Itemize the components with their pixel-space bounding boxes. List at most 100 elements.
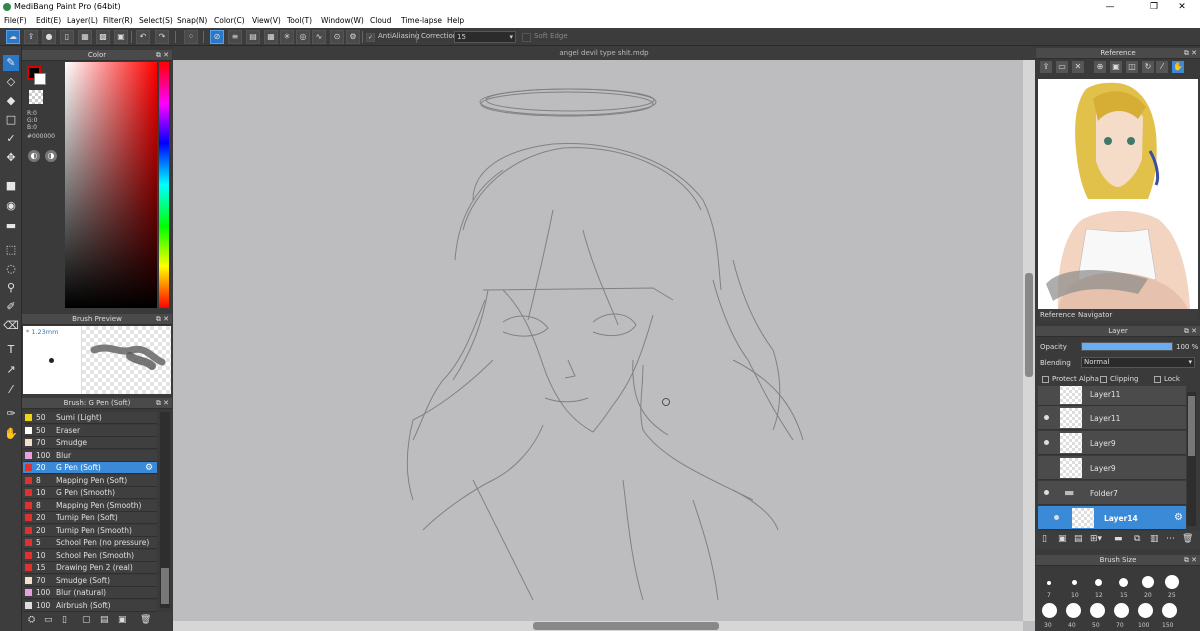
saturation-value-picker[interactable] (65, 62, 157, 308)
panel-popout-icon[interactable]: ⧉ ✕ (156, 398, 169, 409)
brush-item[interactable]: 100 Blur (natural) (23, 587, 157, 599)
tab-navigator[interactable]: Navigator (1078, 311, 1112, 319)
merge-down-icon[interactable]: ▥ (1150, 534, 1159, 544)
palette-add-icon[interactable]: ◑ (45, 150, 57, 162)
upload-icon[interactable]: ⇪ (24, 30, 38, 44)
eyedropper-tool-icon[interactable]: ⁄ (3, 382, 19, 398)
bucket-tool-icon[interactable]: ◉ (3, 198, 19, 214)
save-icon[interactable]: ▣ (114, 30, 128, 44)
brush-size-12[interactable] (1095, 579, 1102, 586)
document-tab[interactable]: angel devil type shit.mdp (173, 46, 1035, 60)
comment-icon[interactable]: ● (42, 30, 56, 44)
menu-cloud[interactable]: Cloud (370, 16, 391, 25)
brush-item[interactable]: 10 School Pen (Smooth) (23, 549, 157, 562)
brush-size-100[interactable] (1138, 603, 1153, 618)
ref-eyedropper-icon[interactable]: ⁄ (1156, 61, 1168, 73)
panel-popout-icon[interactable]: ⧉ ✕ (156, 50, 169, 61)
brush-tool-icon[interactable]: ✎ (3, 55, 19, 71)
snap-off-icon[interactable]: ⊘ (210, 30, 224, 44)
horizontal-scroll-thumb[interactable] (533, 622, 719, 630)
deselect-icon[interactable]: ⁘ (184, 30, 198, 44)
menu-select[interactable]: Select(S) (139, 16, 173, 25)
brush-item[interactable]: 20 Turnip Pen (Smooth) (23, 524, 157, 537)
snap-curve-icon[interactable]: ∿ (312, 30, 326, 44)
brush-item[interactable]: 50 Sumi (Light) (23, 412, 157, 424)
select-tool-icon[interactable]: ⬚ (3, 242, 19, 258)
tab-reference[interactable]: Reference (1040, 311, 1075, 319)
visibility-eye-icon[interactable] (1044, 490, 1049, 495)
undo-icon[interactable]: ↶ (136, 30, 150, 44)
snap-circle-icon[interactable]: ◎ (296, 30, 310, 44)
grid-icon[interactable]: ▩ (96, 30, 110, 44)
snap-settings-icon[interactable]: ⚙ (346, 30, 360, 44)
add-material-icon[interactable]: ⊞▾ (1090, 534, 1102, 544)
panel-popout-icon[interactable]: ⧉ ✕ (1184, 555, 1197, 566)
brush-size-20[interactable] (1142, 576, 1154, 588)
lasso-tool-icon[interactable]: ◌ (3, 261, 19, 277)
transparent-swatch[interactable] (29, 90, 43, 104)
brush-item[interactable]: 100 Airbrush (Soft) (23, 599, 157, 612)
gear-icon[interactable]: ⚙ (145, 462, 153, 474)
vertical-scroll-thumb[interactable] (1025, 273, 1033, 377)
panel-popout-icon[interactable]: ⧉ ✕ (1184, 48, 1197, 59)
brush-size-10[interactable] (1072, 580, 1077, 585)
layer-row[interactable]: Layer11 (1038, 386, 1186, 406)
menu-edit[interactable]: Edit(E) (36, 16, 61, 25)
folder-row[interactable]: ▬ Folder7 (1038, 481, 1186, 505)
brush-item[interactable]: 50 Eraser (23, 424, 157, 437)
redo-icon[interactable]: ↷ (155, 30, 169, 44)
blending-select[interactable]: Normal ▾ (1081, 357, 1195, 368)
eraser-2-tool-icon[interactable]: ◆ (3, 93, 19, 109)
menu-snap[interactable]: Snap(N) (177, 16, 207, 25)
soft-edge-checkbox[interactable] (522, 33, 531, 42)
layer-row[interactable]: Layer9 (1038, 456, 1186, 480)
gradient-tool-icon[interactable]: ▬ (3, 218, 19, 234)
hue-slider[interactable] (159, 62, 169, 308)
layer-menu-icon[interactable]: ⋯ (1166, 534, 1175, 544)
layer-row[interactable]: Layer11 (1038, 406, 1186, 430)
brush-item[interactable]: 10 G Pen (Smooth) (23, 487, 157, 499)
brush-item[interactable]: 20 G Pen (Soft) ⚙ (23, 462, 157, 474)
brush-size-70[interactable] (1114, 603, 1129, 618)
canvas-horizontal-scrollbar[interactable] (173, 621, 1023, 631)
ref-import-icon[interactable]: ⇪ (1040, 61, 1052, 73)
palette-icon[interactable]: ◐ (28, 150, 40, 162)
ref-folder-icon[interactable]: ▭ (1056, 61, 1068, 73)
select-pen-icon[interactable]: ✐ (3, 299, 19, 315)
add-brush-cloud-icon[interactable]: ⛭ (28, 615, 35, 625)
brush-list-scrollbar[interactable] (160, 412, 170, 608)
clipping-checkbox[interactable] (1100, 376, 1107, 383)
reference-image[interactable] (1038, 79, 1198, 309)
add-brush-icon[interactable]: ▭ (44, 615, 53, 625)
brush-size-25[interactable] (1165, 575, 1179, 589)
ref-actual-size-icon[interactable]: ◫ (1126, 61, 1138, 73)
minimize-button[interactable]: — (1092, 0, 1128, 14)
snap-grid-icon[interactable]: ▦ (264, 30, 278, 44)
brush-folder-icon[interactable]: ▤ (100, 615, 109, 625)
new-file-icon[interactable]: ▯ (60, 30, 74, 44)
snap-radial-icon[interactable]: ✳ (280, 30, 294, 44)
ref-close-icon[interactable]: ✕ (1072, 61, 1084, 73)
snap-parallel-icon[interactable]: ≡ (228, 30, 242, 44)
select-eraser-icon[interactable]: ⌫ (3, 318, 19, 334)
brush-item[interactable]: 8 Mapping Pen (Smooth) (23, 499, 157, 512)
ref-zoom-in-icon[interactable]: ⊕ (1094, 61, 1106, 73)
brush-item[interactable]: 70 Smudge (23, 437, 157, 449)
delete-layer-icon[interactable]: 🗑 (1182, 534, 1193, 544)
eraser-tool-icon[interactable]: ◇ (3, 74, 19, 90)
close-button[interactable]: ✕ (1164, 0, 1200, 14)
menu-color[interactable]: Color(C) (214, 16, 245, 25)
opacity-slider[interactable] (1081, 342, 1173, 351)
shape-tool-icon[interactable]: □ (3, 112, 19, 128)
ref-hand-icon[interactable]: ✋ (1172, 61, 1184, 73)
gear-icon[interactable]: ⚙ (1174, 512, 1183, 523)
canvas-vertical-scrollbar[interactable] (1023, 60, 1035, 621)
ref-rotate-icon[interactable]: ↻ (1142, 61, 1154, 73)
duplicate-layer-icon[interactable]: ⧉ (1134, 534, 1140, 544)
protect-alpha-checkbox[interactable] (1042, 376, 1049, 383)
brush-size-30[interactable] (1042, 603, 1057, 618)
brush-size-15[interactable] (1119, 578, 1128, 587)
brush-size-150[interactable] (1162, 603, 1177, 618)
antialiasing-checkbox[interactable]: ✓ (366, 33, 375, 42)
new-folder-icon[interactable]: ▬ (1114, 534, 1123, 544)
